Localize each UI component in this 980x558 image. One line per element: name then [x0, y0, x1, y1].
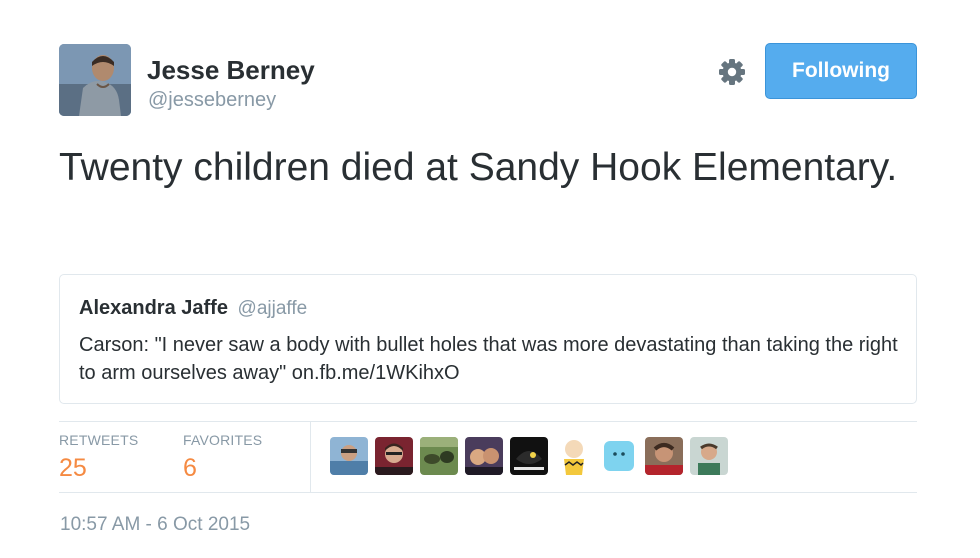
favoriter-avatar[interactable] — [330, 437, 368, 475]
retweets-label: RETWEETS — [59, 432, 139, 448]
retweets-stat[interactable]: RETWEETS 25 — [59, 422, 169, 492]
quoted-tweet-header: Alexandra Jaffe @ajjaffe — [79, 296, 307, 321]
stats-bottom-divider — [59, 492, 917, 493]
favoriters-avatars — [330, 437, 728, 475]
author-handle[interactable]: @jesseberney — [148, 88, 276, 112]
favoriter-avatar[interactable] — [375, 437, 413, 475]
favoriter-avatar[interactable] — [510, 437, 548, 475]
stats-separator — [310, 422, 311, 492]
gear-icon[interactable] — [716, 56, 748, 88]
favoriter-avatar[interactable] — [465, 437, 503, 475]
favoriter-avatar[interactable] — [645, 437, 683, 475]
quoted-tweet[interactable]: Alexandra Jaffe @ajjaffe Carson: "I neve… — [59, 274, 917, 404]
author-name[interactable]: Jesse Berney — [147, 55, 315, 85]
tweet-text: Twenty children died at Sandy Hook Eleme… — [59, 146, 898, 189]
author-avatar[interactable] — [59, 44, 131, 116]
following-button[interactable]: Following — [765, 43, 917, 99]
favoriter-avatar[interactable] — [555, 437, 593, 475]
favorites-label: FAVORITES — [183, 432, 263, 448]
quoted-author-name: Alexandra Jaffe — [79, 297, 228, 319]
tweet-stats: RETWEETS 25 FAVORITES 6 — [59, 422, 917, 492]
tweet-card: Jesse Berney @jesseberney Following Twen… — [0, 0, 980, 558]
favoriter-avatar[interactable] — [690, 437, 728, 475]
favoriter-avatar[interactable] — [600, 437, 638, 475]
favorites-count: 6 — [183, 454, 197, 482]
tweet-timestamp[interactable]: 10:57 AM - 6 Oct 2015 — [60, 514, 250, 536]
quoted-author-handle: @ajjaffe — [237, 298, 308, 319]
favoriter-avatar[interactable] — [420, 437, 458, 475]
favorites-stat[interactable]: FAVORITES 6 — [183, 422, 293, 492]
retweets-count: 25 — [59, 454, 87, 482]
quoted-tweet-text: Carson: "I never saw a body with bullet … — [79, 334, 898, 384]
